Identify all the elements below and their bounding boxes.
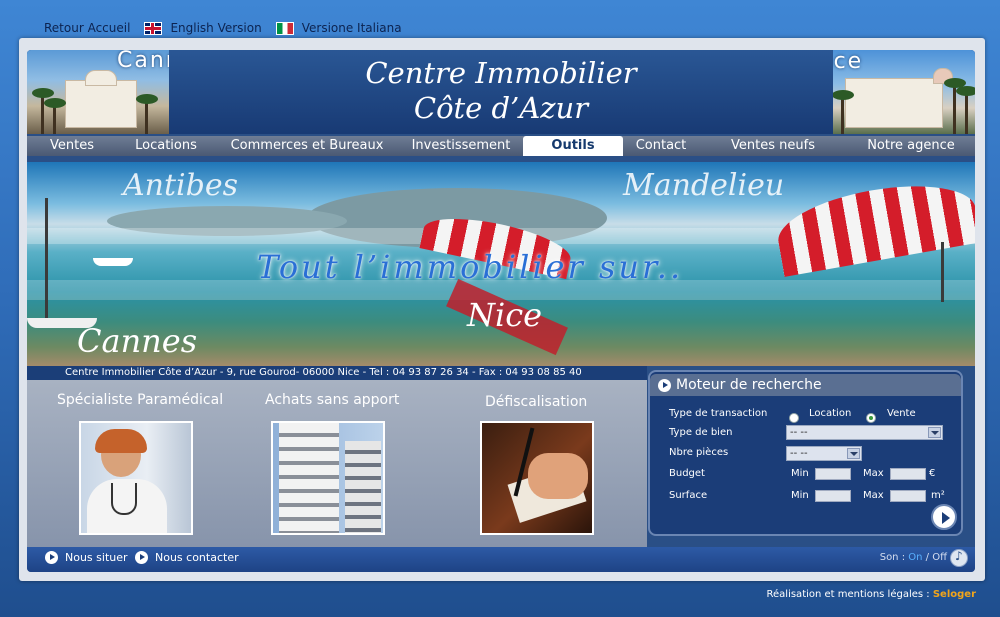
chevron-down-icon — [847, 448, 860, 459]
header-city-nice: Nice — [833, 50, 864, 74]
radio-vente-icon[interactable] — [866, 412, 876, 423]
surface-min-input[interactable] — [815, 490, 851, 502]
search-panel-header: Moteur de recherche — [650, 374, 961, 396]
transaction-row: Type de transaction — [669, 408, 767, 419]
type-bien-select[interactable]: -- -- — [786, 425, 943, 440]
signing-photo[interactable] — [480, 421, 594, 535]
pieces-select[interactable]: -- -- — [786, 446, 862, 461]
chevron-down-icon — [928, 427, 941, 438]
surface-max-label: Max — [863, 490, 884, 501]
banner-tagline: Tout l’immobilier sur.. — [257, 248, 684, 286]
nav-locations[interactable]: Locations — [117, 136, 215, 156]
nice-header-photo: Nice — [833, 50, 975, 134]
agency-address: Centre Immobilier Côte d’Azur - 9, rue G… — [27, 366, 647, 380]
nav-investissement[interactable]: Investissement — [399, 136, 523, 156]
type-bien-label: Type de bien — [669, 427, 733, 438]
nav-outils[interactable]: Outils — [523, 136, 623, 156]
nous-contacter-link[interactable]: Nous contacter — [135, 551, 239, 564]
transaction-label: Type de transaction — [669, 408, 768, 419]
banner-city-antibes: Antibes — [123, 168, 238, 203]
feature-achats[interactable]: Achats sans apport — [265, 392, 399, 408]
banner-city-mandelieu: Mandelieu — [623, 168, 785, 203]
sound-off-link[interactable]: Off — [932, 552, 947, 563]
radio-vente[interactable] — [866, 407, 876, 426]
radio-location[interactable] — [789, 407, 799, 426]
budget-min-input[interactable] — [815, 468, 851, 480]
seloger-link[interactable]: Seloger — [933, 589, 976, 600]
vente-option-label: Vente — [887, 408, 916, 419]
surface-min-label: Min — [791, 490, 809, 501]
nav-ventes[interactable]: Ventes — [27, 136, 117, 156]
speaker-icon[interactable] — [950, 549, 968, 567]
feature-paramedical[interactable]: Spécialiste Paramédical — [57, 392, 223, 408]
location-option-label: Location — [809, 408, 852, 419]
uk-flag-icon — [144, 21, 163, 35]
nav-ventes-neufs[interactable]: Ventes neufs — [699, 136, 847, 156]
nous-situer-link[interactable]: Nous situer — [45, 551, 128, 564]
italy-flag-icon — [275, 21, 294, 35]
italian-version-label: Versione Italiana — [301, 21, 402, 35]
pieces-label: Nbre pièces — [669, 447, 729, 458]
feature-paramedical-title[interactable]: Spécialiste Paramédical — [57, 392, 223, 408]
header-city-cannes: Cannes — [117, 50, 169, 73]
feature-section: Spécialiste Paramédical Achats sans appo… — [27, 380, 647, 547]
main-nav: Ventes Locations Commerces et Bureaux In… — [27, 136, 975, 156]
panel-footer: Nous situer Nous contacter Son : On / Of… — [27, 547, 975, 572]
nous-situer-label: Nous situer — [65, 551, 128, 564]
pieces-value: -- -- — [790, 448, 808, 459]
budget-unit: € — [929, 468, 936, 479]
search-panel-title: Moteur de recherche — [676, 377, 822, 393]
paramedical-photo[interactable] — [79, 421, 193, 535]
credit-text: Réalisation et mentions légales : — [766, 589, 930, 600]
english-version-link[interactable]: English Version — [144, 21, 262, 35]
budget-max-label: Max — [863, 468, 884, 479]
arrow-right-icon — [658, 379, 671, 392]
sound-separator: / — [925, 552, 930, 563]
surface-unit: m² — [931, 490, 945, 501]
arrow-right-icon — [45, 551, 58, 564]
main-panel: Cannes Centre Immobilier Côte d’Azur Nic… — [27, 50, 975, 572]
sound-label: Son : — [879, 552, 906, 563]
banner-city-cannes: Cannes — [77, 322, 198, 360]
feature-defiscalisation-title[interactable]: Défiscalisation — [485, 394, 587, 410]
home-link[interactable]: Retour Accueil — [44, 21, 130, 35]
italian-version-link[interactable]: Versione Italiana — [275, 21, 402, 35]
feature-defiscalisation[interactable]: Défiscalisation — [485, 394, 587, 410]
site-title: Centre Immobilier Côte d’Azur — [169, 56, 833, 126]
site-title-line2: Côte d’Azur — [413, 91, 589, 125]
search-submit-button[interactable] — [931, 504, 957, 530]
nav-contact[interactable]: Contact — [623, 136, 699, 156]
nav-notre-agence[interactable]: Notre agence — [847, 136, 975, 156]
english-version-label: English Version — [170, 21, 262, 35]
site-header: Cannes Centre Immobilier Côte d’Azur Nic… — [27, 50, 975, 134]
budget-label: Budget — [669, 468, 705, 479]
credit-line: Réalisation et mentions légales : Seloge… — [767, 589, 976, 600]
radio-location-icon[interactable] — [789, 412, 799, 423]
sound-toggle: Son : On / Off — [880, 552, 947, 563]
nous-contacter-label: Nous contacter — [155, 551, 239, 564]
top-links: Retour Accueil English Version Versione … — [44, 19, 416, 37]
hero-banner: Antibes Mandelieu Tout l’immobilier sur.… — [27, 162, 975, 366]
banner-city-nice: Nice — [467, 296, 543, 334]
feature-achats-title[interactable]: Achats sans apport — [265, 392, 399, 408]
site-title-line1: Centre Immobilier — [365, 56, 637, 90]
surface-max-input[interactable] — [890, 490, 926, 502]
arrow-right-icon — [135, 551, 148, 564]
budget-max-input[interactable] — [890, 468, 926, 480]
building-photo[interactable] — [271, 421, 385, 535]
cannes-header-photo: Cannes — [27, 50, 169, 134]
search-engine-panel: Moteur de recherche Type de transaction … — [648, 370, 963, 536]
budget-min-label: Min — [791, 468, 809, 479]
type-bien-value: -- -- — [790, 427, 808, 438]
nav-commerces-bureaux[interactable]: Commerces et Bureaux — [215, 136, 399, 156]
sound-on-link[interactable]: On — [908, 552, 922, 563]
surface-label: Surface — [669, 490, 708, 501]
